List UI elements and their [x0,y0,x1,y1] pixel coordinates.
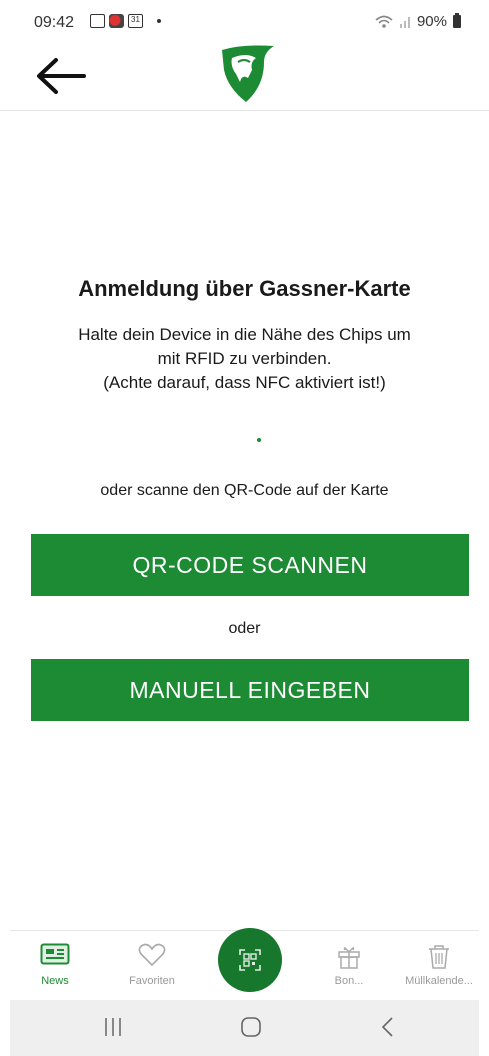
signal-icon [399,17,410,28]
battery-percent: 90% [416,13,447,30]
nav-item-news[interactable]: News [10,943,100,999]
trash-icon [429,945,449,969]
news-icon [40,943,70,965]
instruction-line: mit RFID zu verbinden. [157,349,332,368]
nav-label: News [41,975,69,987]
notification-icons: 31 [90,14,161,28]
qr-scan-fab[interactable] [218,928,282,992]
wifi-icon [375,15,393,28]
page-title: Anmeldung über Gassner-Karte [78,276,411,301]
gift-icon [338,947,360,969]
nav-label: Favoriten [129,975,175,987]
heart-icon [138,943,166,967]
or-separator: oder [228,620,261,637]
recent-apps-icon [105,1018,121,1036]
nfc-loading-indicator [257,438,261,442]
nav-item-bon[interactable]: Bon... [304,943,394,999]
instruction-line: (Achte darauf, dass NFC aktiviert ist!) [103,373,386,392]
app-header [0,44,489,111]
bottom-nav: News Favoriten Bon... Müllkalende... [10,928,479,1001]
battery-icon [453,13,461,28]
back-button[interactable] [34,56,88,96]
nav-label: Bon... [334,975,364,987]
home-icon [241,1017,261,1037]
manual-entry-button[interactable]: MANUELL EINGEBEN [31,659,469,721]
system-back-button[interactable] [380,1016,396,1043]
nav-item-favoriten[interactable]: Favoriten [107,943,197,999]
nav-label: Müllkalende... [405,975,473,987]
chevron-left-icon [381,1017,393,1037]
nfc-instructions: Halte dein Device in die Nähe des Chips … [40,323,449,395]
home-button[interactable] [240,1016,262,1043]
status-time: 09:42 [34,14,75,31]
gassner-logo [218,44,276,106]
system-nav-bar [10,1000,479,1056]
more-notifications-dot [157,19,161,23]
status-right: 90% [375,13,461,30]
nav-item-muellkalender[interactable]: Müllkalende... [394,943,484,999]
instruction-line: Halte dein Device in die Nähe des Chips … [78,325,411,344]
recent-apps-button[interactable] [103,1016,123,1043]
status-bar: 09:42 31 90% [0,0,489,44]
scan-qr-code-button[interactable]: QR-CODE SCANNEN [31,534,469,596]
qr-scan-icon [239,949,261,971]
gallery-icon [90,14,105,28]
calendar-icon: 31 [128,14,143,28]
scan-hint: oder scanne den QR-Code auf der Karte [100,482,389,499]
arrow-left-icon [37,58,86,94]
app-notification-icon [109,14,124,28]
